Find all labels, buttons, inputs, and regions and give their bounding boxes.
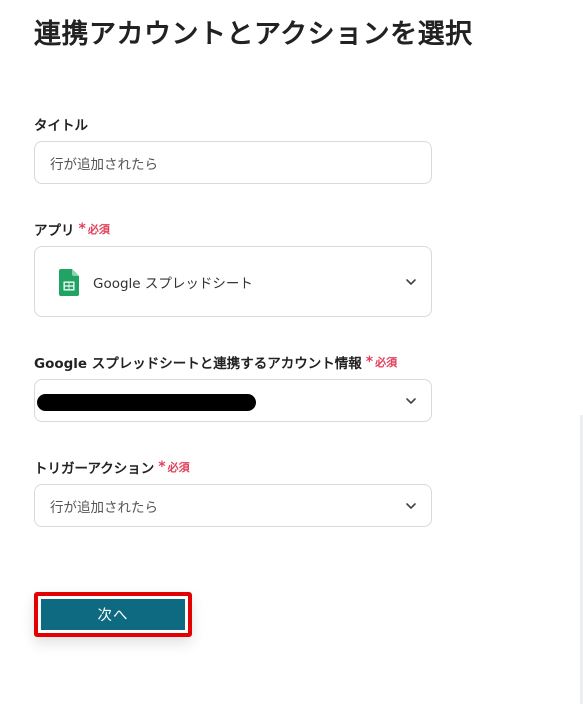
trigger-label: トリガーアクション * 必須 (34, 457, 190, 477)
page-title: 連携アカウントとアクションを選択 (34, 19, 473, 50)
redacted-account-value (37, 394, 256, 411)
trigger-select[interactable]: 行が追加されたら (34, 484, 432, 527)
account-label-text: Google スプレッドシートと連携するアカウント情報 (34, 356, 362, 372)
title-input-value: 行が追加されたら (50, 156, 158, 173)
title-label: タイトル (34, 114, 88, 134)
google-sheets-icon (59, 269, 79, 296)
trigger-select-value: 行が追加されたら (50, 499, 158, 516)
required-text: 必須 (167, 461, 190, 474)
required-text: 必須 (87, 223, 110, 236)
account-label: Google スプレッドシートと連携するアカウント情報 * 必須 (34, 352, 397, 372)
required-text: 必須 (375, 356, 398, 369)
required-badge: * 必須 (366, 354, 397, 370)
chevron-down-icon (406, 278, 416, 285)
next-button-highlight: 次へ (34, 592, 192, 637)
required-asterisk-icon: * (365, 354, 374, 370)
title-input[interactable]: 行が追加されたら (34, 141, 432, 184)
app-label: アプリ * 必須 (34, 219, 110, 239)
next-button[interactable]: 次へ (41, 599, 185, 630)
required-badge: * 必須 (79, 221, 110, 237)
app-select[interactable]: Google スプレッドシート (34, 246, 432, 317)
trigger-label-text: トリガーアクション (34, 461, 155, 477)
app-label-text: アプリ (34, 223, 75, 239)
chevron-down-icon (406, 397, 416, 404)
title-label-text: タイトル (34, 118, 88, 134)
chevron-down-icon (406, 502, 416, 509)
app-select-value: Google スプレッドシート (93, 275, 253, 292)
page: 連携アカウントとアクションを選択 タイトル 行が追加されたら アプリ * 必須 G… (0, 0, 583, 704)
account-select[interactable] (34, 379, 432, 422)
required-asterisk-icon: * (158, 459, 166, 475)
required-asterisk-icon: * (78, 221, 86, 237)
required-badge: * 必須 (158, 459, 189, 475)
